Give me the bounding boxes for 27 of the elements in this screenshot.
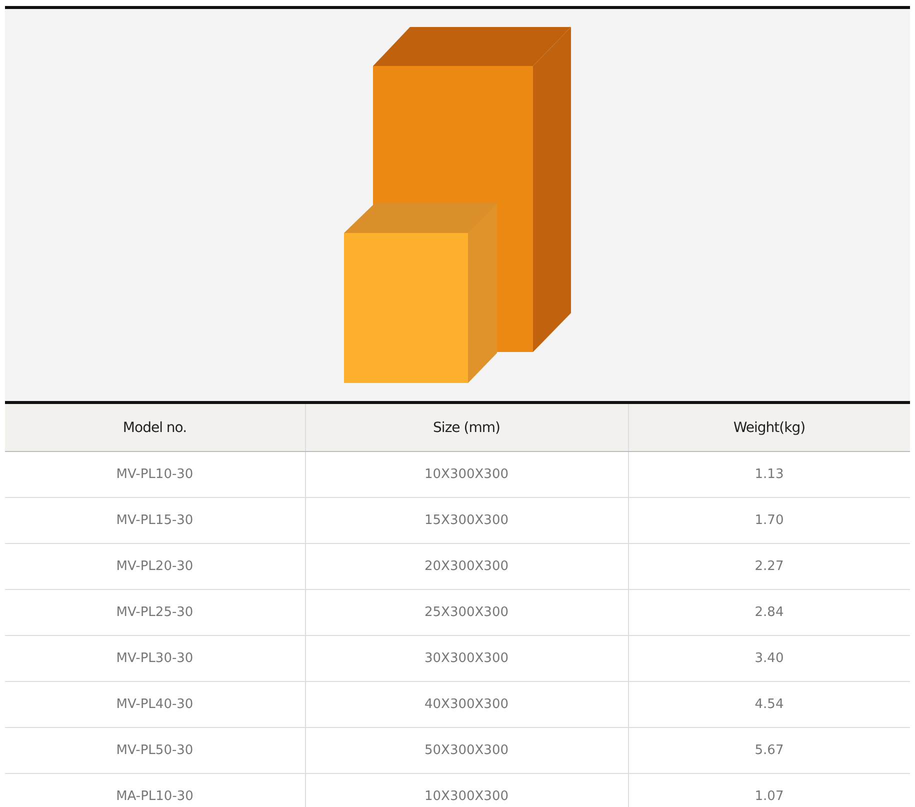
table-cell: MV-PL40-30 [5, 682, 305, 728]
table-cell: MV-PL10-30 [5, 452, 305, 498]
table-cell: 2.84 [628, 590, 910, 636]
table-cell: MV-PL25-30 [5, 590, 305, 636]
table-cell: 1.13 [628, 452, 910, 498]
table-cell: 1.07 [628, 774, 910, 807]
table-cell: MV-PL20-30 [5, 544, 305, 590]
table-cell: 15X300X300 [305, 498, 628, 544]
table-cell: 10X300X300 [305, 774, 628, 807]
table-cell: 20X300X300 [305, 544, 628, 590]
column-header: Size (mm) [305, 402, 628, 452]
table-cell: 25X300X300 [305, 590, 628, 636]
column-header: Model no. [5, 402, 305, 452]
table-cell: MV-PL15-30 [5, 498, 305, 544]
table-cell: 40X300X300 [305, 682, 628, 728]
table-cell: 4.54 [628, 682, 910, 728]
table-cell: 5.67 [628, 728, 910, 774]
table-cell: 30X300X300 [305, 636, 628, 682]
table-cell: MA-PL10-30 [5, 774, 305, 807]
table-cell: MV-PL30-30 [5, 636, 305, 682]
table-cell: MV-PL50-30 [5, 728, 305, 774]
table-cell: 3.40 [628, 636, 910, 682]
table-cell: 1.70 [628, 498, 910, 544]
column-header: Weight(kg) [628, 402, 910, 452]
table-cell: 50X300X300 [305, 728, 628, 774]
table-cell: 10X300X300 [305, 452, 628, 498]
table-cell: 2.27 [628, 544, 910, 590]
